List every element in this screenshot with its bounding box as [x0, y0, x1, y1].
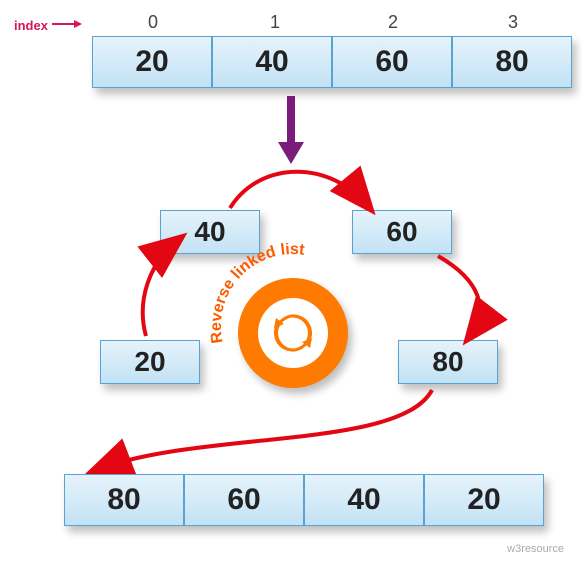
- output-cell-2: 40: [304, 474, 424, 526]
- input-array: 20 40 60 80: [92, 36, 572, 88]
- node-c: 60: [352, 210, 452, 254]
- output-cell-1: 60: [184, 474, 304, 526]
- index-arrow-icon: [52, 19, 82, 29]
- node-b: 40: [160, 210, 260, 254]
- node-a: 20: [100, 340, 200, 384]
- output-cell-3: 20: [424, 474, 544, 526]
- cycle-icon: [266, 306, 320, 360]
- index-num-1: 1: [270, 12, 280, 33]
- output-array: 80 60 40 20: [64, 474, 544, 526]
- watermark: w3resource: [507, 543, 564, 555]
- index-num-0: 0: [148, 12, 158, 33]
- output-cell-0: 80: [64, 474, 184, 526]
- index-label: index: [14, 18, 48, 33]
- center-badge: [238, 278, 348, 388]
- input-cell-3: 80: [452, 36, 572, 88]
- input-cell-1: 40: [212, 36, 332, 88]
- input-cell-2: 60: [332, 36, 452, 88]
- down-arrow-icon: [274, 96, 308, 166]
- node-d: 80: [398, 340, 498, 384]
- center-badge-inner: [258, 298, 328, 368]
- index-num-2: 2: [388, 12, 398, 33]
- index-num-3: 3: [508, 12, 518, 33]
- input-cell-0: 20: [92, 36, 212, 88]
- diagram-canvas: index 0 1 2 3 20 40 60 80 40 60 20 80: [0, 0, 582, 565]
